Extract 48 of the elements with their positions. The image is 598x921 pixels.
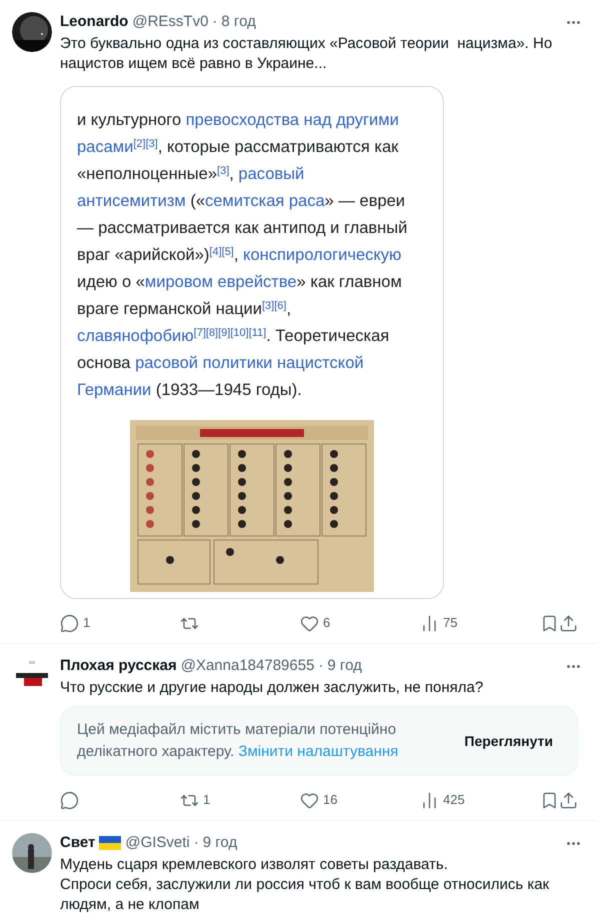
separator-dot: · [194,833,199,853]
article-link[interactable]: антисемитизм [77,192,186,210]
article-link[interactable]: Германии [77,381,152,399]
post-text: Это буквально одна из составляющих «Расовой теории нацизма». Но нацистов ищем всё равно в Украине... [60,34,554,74]
action-count: 1 [83,614,90,632]
article-link[interactable]: расовой политики нацистской [135,354,364,372]
action-count: 425 [443,791,465,810]
article-link[interactable]: семитская раса [205,192,325,210]
article-link[interactable]: расовый [238,165,304,183]
reference-link[interactable]: [4][5] [209,246,234,258]
action-count: 6 [323,614,330,632]
heart-icon[interactable] [300,614,319,632]
author-handle[interactable]: @Xanna184789655 [180,656,314,676]
reference-link[interactable]: [3][6] [262,300,286,312]
action-count: 1 [203,791,210,810]
post-time[interactable]: 8 год [221,12,256,32]
view-button[interactable]: Переглянути [456,726,561,756]
author-name[interactable]: Плохая русская [60,656,177,676]
article-link[interactable]: конспирологическую [243,246,402,264]
article-text: и культурного превосходства над другими расами$^{[2][3]}$, которые рассматриваются как «неполноценные»$^{[3]}$, расовый антисемитизм («семитская раса» — евреи — рассматривается как антипод и главный враг «арийской»)$^{[4][5]}$, конспирологическую идею о «мировом еврействе» как главном враге германской нации$^{[3][6]}$, славянофобию$^{[7][8][9][10][11]}$. Теоретическая основа расовой политики нацистской Германии (1933—1945 годы). [76,110,408,401]
image-card[interactable] [60,86,444,599]
author-handle[interactable]: @GISveti [125,833,190,853]
action-count: 75 [443,614,458,632]
action-count: 16 [323,791,338,810]
post-time[interactable]: 9 год [327,656,362,676]
reply-icon[interactable] [60,790,79,810]
notice-text: Цей медіафайл містить матеріали потенційно делікатного характеру. Змінити налаштування [77,720,400,762]
flag-icon [99,836,122,850]
article-link[interactable]: расами [77,138,134,156]
separator-dot: · [318,656,324,676]
reference-link[interactable]: [3] [217,164,230,176]
post-time[interactable]: 9 год [202,833,238,853]
separator-dot: · [212,12,218,32]
heart-icon[interactable] [300,790,319,810]
author-name[interactable]: Leonardo [60,12,128,32]
settings-link[interactable]: Змінити налаштування [238,743,398,760]
share-icon[interactable] [559,790,578,810]
reference-link[interactable]: [7][8][9][10][11] [194,326,266,338]
article-link[interactable]: превосходства над другими [186,111,399,129]
share-icon[interactable] [559,614,578,632]
post-text: Мудень сцаря кремлевского изволят советы раздавать. Спроси себя, заслужили ли россия чтоб к вам вообще относились как людям, а не клопам [60,855,550,915]
author-handle[interactable]: @REssTv0 [132,12,208,32]
article-link[interactable]: мировом еврействе [144,273,297,291]
reply-icon[interactable] [60,614,79,632]
post-text: Что русские и другие народы должен заслужить, не поняла? [60,678,484,698]
author-name[interactable]: Свет [60,833,96,853]
reference-link[interactable]: [2][3] [133,138,158,150]
article-link[interactable]: славянофобию [77,327,194,345]
